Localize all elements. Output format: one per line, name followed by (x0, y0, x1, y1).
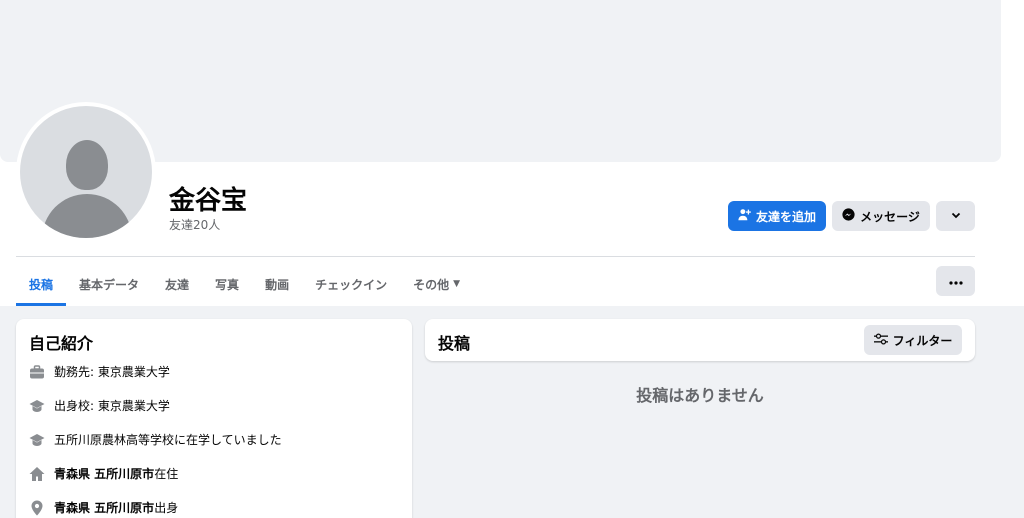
profile-avatar[interactable] (16, 102, 156, 242)
caret-down-icon: ▼ (453, 279, 461, 289)
header-divider (16, 256, 975, 257)
filter-label: フィルター (892, 333, 953, 348)
intro-item-text: 勤務先: 東京農業大学 (54, 365, 170, 379)
tab-label: 友達 (165, 277, 190, 292)
message-button[interactable]: メッセージ (832, 201, 930, 231)
tabs-more-button[interactable] (936, 266, 975, 296)
sliders-icon (873, 333, 888, 348)
more-options-button[interactable] (936, 201, 975, 231)
cover-photo[interactable] (0, 0, 1001, 162)
tab-photos[interactable]: 写真 (202, 262, 252, 306)
add-friend-label: 友達を追加 (755, 209, 816, 224)
graduation-cap-icon (28, 397, 45, 414)
tab-posts[interactable]: 投稿 (16, 262, 67, 306)
intro-item-text: 在住 (154, 467, 179, 481)
intro-item-text: 出身校: 東京農業大学 (54, 399, 170, 413)
location-pin-icon (28, 499, 45, 516)
messenger-icon (842, 208, 855, 224)
tab-label: 動画 (265, 277, 290, 292)
intro-item-text: 五所川原農林高等学校に在学していました (54, 433, 282, 447)
filter-button[interactable]: フィルター (864, 325, 962, 355)
tab-friends[interactable]: 友達 (152, 262, 202, 306)
no-posts-message: 投稿はありません (636, 386, 764, 405)
intro-item-bold[interactable]: 青森県 五所川原市 (54, 499, 154, 516)
intro-work: 勤務先: 東京農業大学 (28, 363, 170, 380)
intro-education-university: 出身校: 東京農業大学 (28, 397, 170, 414)
intro-education-highschool: 五所川原農林高等学校に在学していました (28, 431, 282, 448)
add-friend-icon (738, 208, 751, 224)
friend-count[interactable]: 友達20人 (169, 216, 220, 233)
default-avatar-icon (20, 106, 152, 238)
tab-more[interactable]: その他 ▼ (400, 262, 473, 306)
profile-tabs: 投稿 基本データ 友達 写真 動画 チェックイン その他 ▼ (16, 262, 473, 306)
graduation-cap-icon (28, 431, 45, 448)
profile-name: 金谷宝 (169, 186, 248, 216)
intro-card: 自己紹介 勤務先: 東京農業大学 出身校: 東京農業大学 五所川原農林高等学校に… (16, 319, 412, 518)
intro-item-bold[interactable]: 青森県 五所川原市 (54, 465, 154, 482)
posts-title: 投稿 (438, 334, 471, 353)
tab-videos[interactable]: 動画 (252, 262, 302, 306)
ellipsis-icon (948, 273, 963, 289)
chevron-down-icon (950, 209, 962, 224)
message-label: メッセージ (860, 209, 920, 224)
tab-check-ins[interactable]: チェックイン (302, 262, 400, 306)
tab-label: 基本データ (79, 277, 140, 292)
intro-item-text: 出身 (154, 501, 179, 515)
tab-label: 投稿 (29, 277, 54, 292)
posts-card: 投稿 フィルター (425, 319, 975, 361)
intro-hometown: 青森県 五所川原市 出身 (28, 499, 178, 516)
home-icon (28, 465, 45, 482)
tab-label: チェックイン (315, 277, 388, 292)
briefcase-icon (28, 363, 45, 380)
tab-about[interactable]: 基本データ (66, 262, 152, 306)
add-friend-button[interactable]: 友達を追加 (728, 201, 826, 231)
tab-label: 写真 (215, 277, 240, 292)
intro-title: 自己紹介 (29, 334, 94, 353)
tab-label: その他 (413, 277, 450, 292)
intro-current-city: 青森県 五所川原市 在住 (28, 465, 178, 482)
